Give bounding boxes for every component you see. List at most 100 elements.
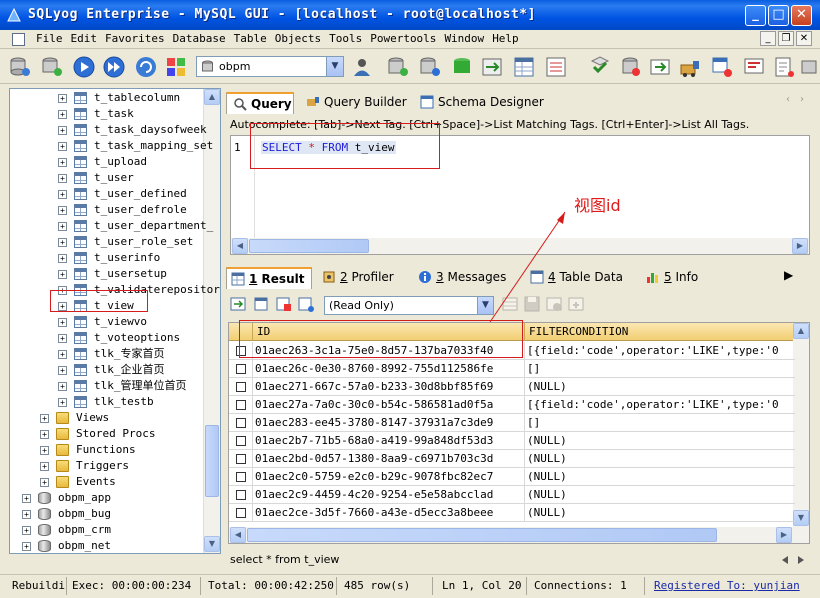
cell-id[interactable]: 01aec2ce-3d5f-7660-a43e-d5ecc3a8beee <box>253 504 525 522</box>
expand-icon[interactable]: + <box>58 350 67 359</box>
expand-icon[interactable]: + <box>58 318 67 327</box>
export-icon[interactable] <box>480 55 504 79</box>
mdi-restore-button[interactable]: ❐ <box>778 31 794 46</box>
scroll-up-icon[interactable]: ▲ <box>793 323 809 339</box>
table-data-icon[interactable] <box>512 55 536 79</box>
expand-icon[interactable]: + <box>40 446 49 455</box>
cell-filtercondition[interactable]: (NULL) <box>525 450 795 468</box>
cell-filtercondition[interactable]: (NULL) <box>525 378 795 396</box>
table-row[interactable]: 01aec2bd-0d57-1380-8aa9-c6971b703c3d (NUL… <box>229 450 795 468</box>
table-row[interactable]: 01aec2b7-71b5-68a0-a419-99a848df53d3 (NUL… <box>229 432 795 450</box>
expand-icon[interactable]: + <box>58 334 67 343</box>
cell-filtercondition[interactable]: [] <box>525 360 795 378</box>
cell-id[interactable]: 01aec283-ee45-3780-8147-37931a7c3de9 <box>253 414 525 432</box>
execute-icon[interactable] <box>72 55 96 79</box>
row-checkbox[interactable] <box>236 382 246 392</box>
cell-filtercondition[interactable]: (NULL) <box>525 486 795 504</box>
menu-help[interactable]: Help <box>488 32 523 45</box>
expand-icon[interactable]: + <box>58 366 67 375</box>
minimize-button[interactable]: _ <box>745 5 766 26</box>
query-builder-icon[interactable] <box>678 55 702 79</box>
form-view-icon[interactable] <box>276 296 292 312</box>
scroll-right-icon[interactable]: ▶ <box>792 238 808 254</box>
row-checkbox[interactable] <box>236 490 246 500</box>
tab-scroll-right-icon[interactable]: ▶ <box>784 268 793 282</box>
row-checkbox[interactable] <box>236 364 246 374</box>
user-manager-icon[interactable] <box>350 55 374 79</box>
schema-designer-icon[interactable] <box>710 55 734 79</box>
scroll-left-icon[interactable]: ◀ <box>232 238 248 254</box>
tab-info[interactable]: 5 Info <box>642 267 698 289</box>
expand-icon[interactable]: + <box>22 526 31 535</box>
table-row[interactable]: 01aec2c9-4459-4c20-9254-e5e58abcclad (NUL… <box>229 486 795 504</box>
tree-scrollbar[interactable]: ▲ ▼ <box>203 89 220 553</box>
menu-file[interactable]: File <box>32 32 67 45</box>
expand-icon[interactable]: + <box>58 238 67 247</box>
expand-icon[interactable]: + <box>58 158 67 167</box>
tab-result[interactable]: 1 Result <box>226 267 312 289</box>
chevron-down-icon[interactable]: ▼ <box>326 57 343 76</box>
table-row[interactable]: 01aec271-667c-57a0-b233-30d8bbf85f69 (NUL… <box>229 378 795 396</box>
row-checkbox[interactable] <box>236 418 246 428</box>
execute-all-icon[interactable] <box>102 55 126 79</box>
grid-vscrollbar[interactable]: ▲ ▼ <box>793 323 809 528</box>
import-icon[interactable] <box>450 55 474 79</box>
grid-hscrollbar[interactable]: ◀ ▶ <box>229 527 809 543</box>
data-sync-icon[interactable] <box>588 55 612 79</box>
cell-id[interactable]: 01aec2c9-4459-4c20-9254-e5e58abcclad <box>253 486 525 504</box>
expand-icon[interactable]: + <box>22 510 31 519</box>
table-row[interactable]: 01aec2c0-5759-e2c0-b29c-9078fbc82ec7 (NUL… <box>229 468 795 486</box>
status-scroll-icon[interactable] <box>778 554 808 566</box>
menu-favorites[interactable]: Favorites <box>101 32 169 45</box>
table-row[interactable]: 01aec283-ee45-3780-8147-37931a7c3de9[] <box>229 414 795 432</box>
menu-powertools[interactable]: Powertools <box>366 32 440 45</box>
scroll-down-icon[interactable]: ▼ <box>793 510 809 526</box>
cell-id[interactable]: 01aec271-667c-57a0-b233-30d8bbf85f69 <box>253 378 525 396</box>
row-checkbox[interactable] <box>236 508 246 518</box>
text-view-icon[interactable] <box>298 296 314 312</box>
cell-id[interactable]: 01aec2bd-0d57-1380-8aa9-c6971b703c3d <box>253 450 525 468</box>
cell-filtercondition[interactable]: (NULL) <box>525 432 795 450</box>
expand-icon[interactable]: + <box>58 270 67 279</box>
visual-data-compare-icon[interactable] <box>742 55 766 79</box>
scroll-down-icon[interactable]: ▼ <box>204 536 220 552</box>
tab-profiler[interactable]: 2 Profiler <box>318 267 394 289</box>
cell-filtercondition[interactable]: [{field:'code',operator:'LIKE',type:'0 <box>525 396 795 414</box>
expand-icon[interactable]: + <box>58 190 67 199</box>
expand-icon[interactable]: + <box>22 494 31 503</box>
cell-id[interactable]: 01aec2b7-71b5-68a0-a419-99a848df53d3 <box>253 432 525 450</box>
table-row[interactable]: 01aec27a-7a0c-30c0-b54c-586581ad0f5a [{fi… <box>229 396 795 414</box>
menu-window[interactable]: Window <box>440 32 488 45</box>
object-browser-icon[interactable] <box>164 55 188 79</box>
menu-edit[interactable]: Edit <box>67 32 102 45</box>
restore-icon[interactable] <box>418 55 442 79</box>
expand-icon[interactable]: + <box>58 174 67 183</box>
tree-scroll-thumb[interactable] <box>205 425 219 497</box>
schema-sync-icon[interactable] <box>544 55 568 79</box>
mdi-minimize-button[interactable]: _ <box>760 31 776 46</box>
row-checkbox[interactable] <box>236 436 246 446</box>
expand-icon[interactable]: + <box>58 94 67 103</box>
tab-scroll-right-icon[interactable]: › <box>800 94 804 105</box>
expand-icon[interactable]: + <box>22 542 31 551</box>
export-result-icon[interactable] <box>230 296 246 312</box>
notes-icon[interactable] <box>772 55 796 79</box>
table-row[interactable]: 01aec26c-0e30-8760-8992-755d112586fe[] <box>229 360 795 378</box>
expand-icon[interactable]: + <box>58 222 67 231</box>
expand-icon[interactable]: + <box>58 398 67 407</box>
tab-query[interactable]: Query <box>226 92 294 114</box>
connect-icon[interactable] <box>8 55 32 79</box>
row-checkbox[interactable] <box>236 400 246 410</box>
expand-icon[interactable]: + <box>40 414 49 423</box>
cell-filtercondition[interactable]: [{field:'code',operator:'LIKE',type:'0 <box>525 342 795 360</box>
refresh-icon[interactable] <box>134 55 158 79</box>
menu-database[interactable]: Database <box>169 32 230 45</box>
expand-icon[interactable]: + <box>58 110 67 119</box>
expand-icon[interactable]: + <box>58 142 67 151</box>
tab-schema-designer[interactable]: Schema Designer <box>416 92 544 114</box>
scroll-up-icon[interactable]: ▲ <box>204 89 220 105</box>
document-icon[interactable] <box>12 33 25 46</box>
maximize-button[interactable]: □ <box>768 5 789 26</box>
cell-filtercondition[interactable]: (NULL) <box>525 468 795 486</box>
grid-hscroll-thumb[interactable] <box>247 528 717 542</box>
